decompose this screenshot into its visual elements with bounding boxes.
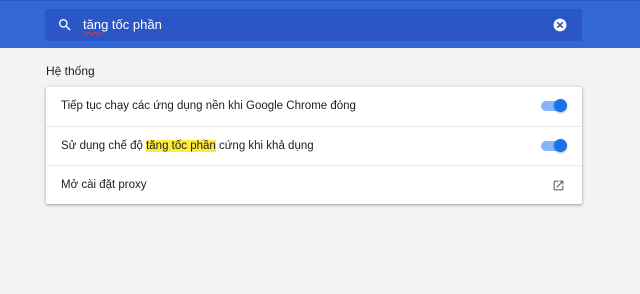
setting-row-proxy[interactable]: Mở cài đặt proxy (46, 165, 582, 204)
toggle-knob (554, 139, 567, 152)
section-title: Hệ thống (46, 64, 95, 78)
hardware-acceleration-toggle[interactable] (541, 139, 567, 153)
setting-row-background-apps[interactable]: Tiếp tục chạy các ứng dụng nền khi Googl… (46, 87, 582, 126)
setting-label-background-apps: Tiếp tục chạy các ứng dụng nền khi Googl… (61, 100, 356, 112)
search-input-text-after: tốc phần (108, 17, 162, 32)
settings-card: Tiếp tục chạy các ứng dụng nền khi Googl… (46, 87, 582, 204)
background-apps-toggle[interactable] (541, 99, 567, 113)
setting-row-hardware-acceleration[interactable]: Sử dụng chế độ tăng tốc phần cứng khi kh… (46, 126, 582, 165)
setting-label-hardware-acceleration: Sử dụng chế độ tăng tốc phần cứng khi kh… (61, 127, 314, 166)
settings-header: tăng tốc phần (0, 0, 640, 48)
search-box[interactable]: tăng tốc phần (45, 9, 582, 41)
close-icon[interactable] (553, 18, 567, 32)
label-text-before: Sử dụng chế độ (61, 140, 147, 152)
search-icon (59, 19, 71, 31)
setting-label-proxy: Mở cài đặt proxy (61, 179, 147, 191)
label-text-after: cứng khi khả dụng (215, 140, 314, 152)
search-match-highlight: tăng tốc phần (146, 140, 216, 152)
toggle-knob (554, 99, 567, 112)
search-input[interactable]: tăng tốc phần (83, 9, 162, 41)
open-external-icon[interactable] (552, 179, 565, 192)
search-input-text-misspelled: tăng (83, 17, 109, 32)
